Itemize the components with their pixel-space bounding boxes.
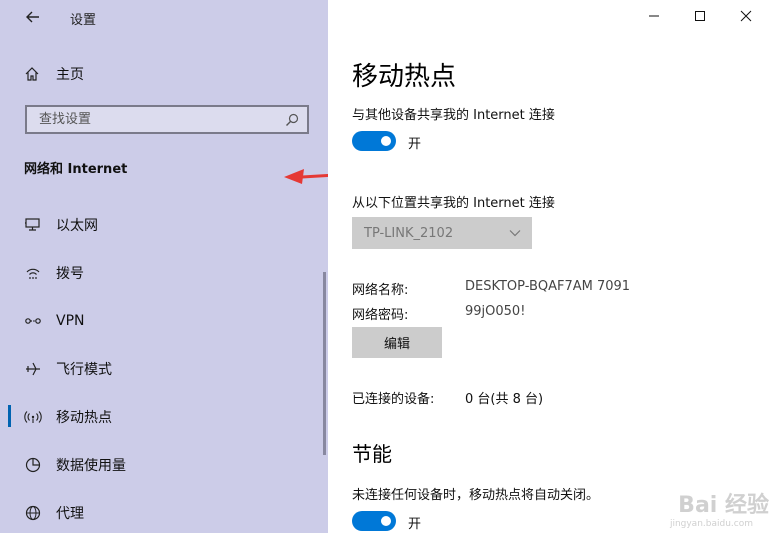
sidebar-item-label: 拨号: [56, 266, 84, 282]
page-title: 移动热点: [352, 62, 457, 92]
vpn-icon: [22, 313, 44, 329]
search-icon[interactable]: [285, 113, 299, 127]
watermark-url: jingyan.baidu.com: [669, 519, 753, 529]
share-from-dropdown[interactable]: TP-LINK_2102: [352, 217, 532, 249]
share-label: 与其他设备共享我的 Internet 连接: [352, 108, 555, 123]
share-from-label: 从以下位置共享我的 Internet 连接: [352, 196, 555, 211]
ethernet-icon: [22, 217, 44, 233]
sidebar-item-label: 以太网: [56, 218, 98, 234]
sidebar: 设置 主页 网络和 Internet 以太网 拨号 VPN 飞行模式 移动热点 …: [0, 0, 328, 533]
network-name-value: DESKTOP-BQAF7AM 7091: [465, 279, 631, 294]
minimize-icon: [649, 15, 659, 17]
dialup-icon: [22, 265, 44, 281]
network-password-label: 网络密码:: [352, 308, 409, 323]
sidebar-item-label: 代理: [56, 506, 84, 522]
share-toggle[interactable]: [352, 131, 396, 151]
chevron-down-icon: [509, 230, 521, 237]
home-label: 主页: [56, 67, 84, 83]
network-password-value: 99jO050!: [465, 304, 526, 319]
toggle-knob: [381, 516, 391, 526]
home-icon: [25, 67, 39, 81]
app-title: 设置: [70, 13, 97, 28]
sidebar-item-proxy[interactable]: 代理: [22, 501, 302, 525]
globe-icon: [22, 505, 44, 521]
active-indicator: [8, 405, 11, 427]
sidebar-item-airplane[interactable]: 飞行模式: [22, 357, 302, 381]
share-toggle-state: 开: [408, 137, 422, 152]
sidebar-item-dialup[interactable]: 拨号: [22, 261, 302, 285]
back-button[interactable]: [22, 6, 44, 28]
search-box[interactable]: [25, 105, 309, 134]
edit-button[interactable]: 编辑: [352, 327, 442, 358]
toggle-knob: [381, 136, 391, 146]
power-toggle[interactable]: [352, 511, 396, 531]
main-panel: 移动热点 与其他设备共享我的 Internet 连接 开 从以下位置共享我的 I…: [328, 0, 777, 533]
sidebar-scrollbar[interactable]: [323, 272, 326, 455]
sidebar-item-vpn[interactable]: VPN: [22, 309, 302, 333]
back-arrow-icon: [26, 11, 39, 23]
close-icon: [740, 10, 752, 22]
power-toggle-state: 开: [408, 517, 422, 532]
home-link[interactable]: 主页: [24, 64, 84, 84]
data-usage-icon: [22, 457, 44, 473]
connected-devices-label: 已连接的设备:: [352, 392, 435, 407]
sidebar-item-ethernet[interactable]: 以太网: [22, 213, 302, 237]
search-input[interactable]: [37, 111, 281, 128]
airplane-icon: [22, 361, 44, 377]
sidebar-item-label: 移动热点: [56, 410, 112, 426]
sidebar-item-data-usage[interactable]: 数据使用量: [22, 453, 302, 477]
main-scrollbar[interactable]: [772, 4, 775, 504]
sidebar-item-label: 飞行模式: [56, 362, 112, 378]
power-section-title: 节能: [352, 442, 392, 466]
maximize-button[interactable]: [688, 4, 712, 28]
connected-devices-value: 0 台(共 8 台): [465, 392, 544, 407]
share-from-value: TP-LINK_2102: [364, 225, 454, 241]
network-name-label: 网络名称:: [352, 283, 409, 298]
hotspot-icon: [22, 409, 44, 425]
sidebar-item-hotspot[interactable]: 移动热点: [22, 405, 302, 429]
maximize-icon: [695, 11, 705, 21]
minimize-button[interactable]: [642, 4, 666, 28]
watermark: Bai 经验: [678, 493, 769, 518]
sidebar-item-label: 数据使用量: [56, 458, 126, 474]
section-title: 网络和 Internet: [24, 162, 128, 177]
close-button[interactable]: [734, 4, 758, 28]
sidebar-item-label: VPN: [56, 313, 85, 329]
power-description: 未连接任何设备时，移动热点将自动关闭。: [352, 488, 600, 503]
